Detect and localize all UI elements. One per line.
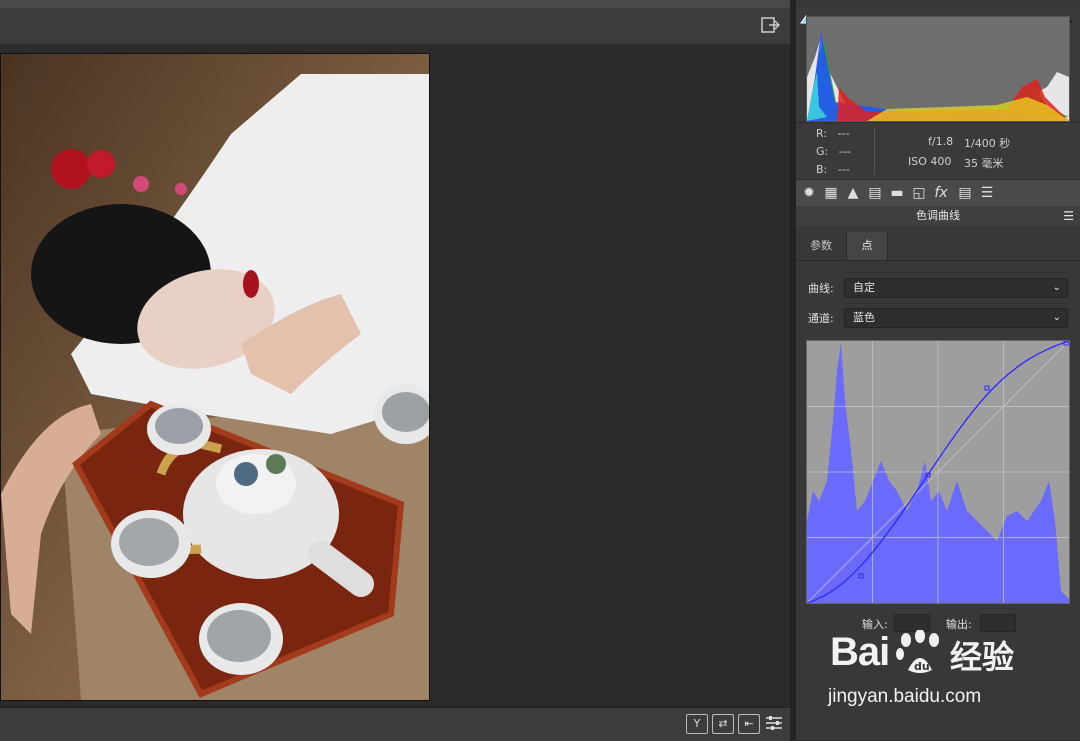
focal-length-value: 35 毫米 xyxy=(964,157,1004,170)
lens-icon[interactable]: ◱ xyxy=(910,184,928,202)
split-panel-icon[interactable]: ▤ xyxy=(866,184,884,202)
r-label: R: xyxy=(816,127,828,140)
baidu-watermark: Bai du 经验 jingyan.baidu.com xyxy=(826,628,1036,718)
curve-preset-select[interactable]: 自定 ⌄ xyxy=(844,278,1068,298)
g-value: --- xyxy=(838,145,851,158)
panel-menu-icon[interactable]: ☰ xyxy=(1063,206,1074,226)
image-canvas[interactable] xyxy=(0,45,790,707)
sliders-icon[interactable]: ☰ xyxy=(978,184,996,202)
r-value: --- xyxy=(837,127,850,140)
fx-icon[interactable]: fx xyxy=(932,184,950,202)
iso-value: ISO 400 xyxy=(908,155,952,168)
curve-label: 曲线: xyxy=(808,282,834,295)
tab-point[interactable]: 点 xyxy=(846,232,888,260)
view-mode-button[interactable]: Y xyxy=(686,714,708,734)
paw-logo-icon: du xyxy=(894,629,946,676)
tab-parametric[interactable]: 参数 xyxy=(796,232,846,260)
chevron-down-icon: ⌄ xyxy=(1052,312,1061,323)
curve-preset-value: 自定 xyxy=(853,281,875,294)
tone-curve-editor[interactable] xyxy=(806,340,1070,604)
shutter-value: 1/400 秒 xyxy=(964,137,1011,150)
channel-value: 蓝色 xyxy=(853,311,875,324)
panel-tool-tabs: ✹ ▦ ▲ ▤ ▬ ◱ fx ▤ ☰ xyxy=(796,179,1080,207)
section-title: 色调曲线 ☰ xyxy=(796,206,1080,226)
b-label: B: xyxy=(816,163,828,176)
channel-select[interactable]: 蓝色 ⌄ xyxy=(844,308,1068,328)
swap-before-after-button[interactable]: ⇄ xyxy=(712,714,734,734)
pixel-readout: R: --- G: --- B: --- f/1.8 1/400 秒 ISO 4… xyxy=(796,122,1080,179)
readout-separator xyxy=(874,127,875,175)
histogram-area xyxy=(796,8,1080,122)
chevron-down-icon: ⌄ xyxy=(1052,282,1061,293)
top-toolbar xyxy=(0,8,790,45)
film-icon[interactable]: ▤ xyxy=(956,184,974,202)
grid-icon[interactable]: ▦ xyxy=(822,184,840,202)
aperture-value: f/1.8 xyxy=(928,135,954,148)
aperture-icon[interactable]: ✹ xyxy=(800,184,818,202)
histogram-chart xyxy=(806,16,1070,122)
detail-icon[interactable]: ▬ xyxy=(888,184,906,202)
curve-mode-tabs: 参数 点 xyxy=(796,232,1080,261)
channel-label: 通道: xyxy=(808,312,834,325)
svg-text:du: du xyxy=(914,660,930,673)
bottom-toolbar: Y ⇄ ⇤ xyxy=(0,707,790,741)
watermark-brand: Bai xyxy=(830,630,890,674)
copy-settings-button[interactable]: ⇤ xyxy=(738,714,760,734)
watermark-suffix: 经验 xyxy=(950,638,1015,676)
photo-preview[interactable] xyxy=(0,53,430,701)
sliders-icon[interactable] xyxy=(764,714,784,732)
mountains-icon[interactable]: ▲ xyxy=(844,184,862,202)
watermark-url: jingyan.baidu.com xyxy=(828,686,982,707)
b-value: --- xyxy=(837,163,850,176)
g-label: G: xyxy=(816,145,829,158)
fullscreen-toggle-icon[interactable] xyxy=(760,16,781,34)
